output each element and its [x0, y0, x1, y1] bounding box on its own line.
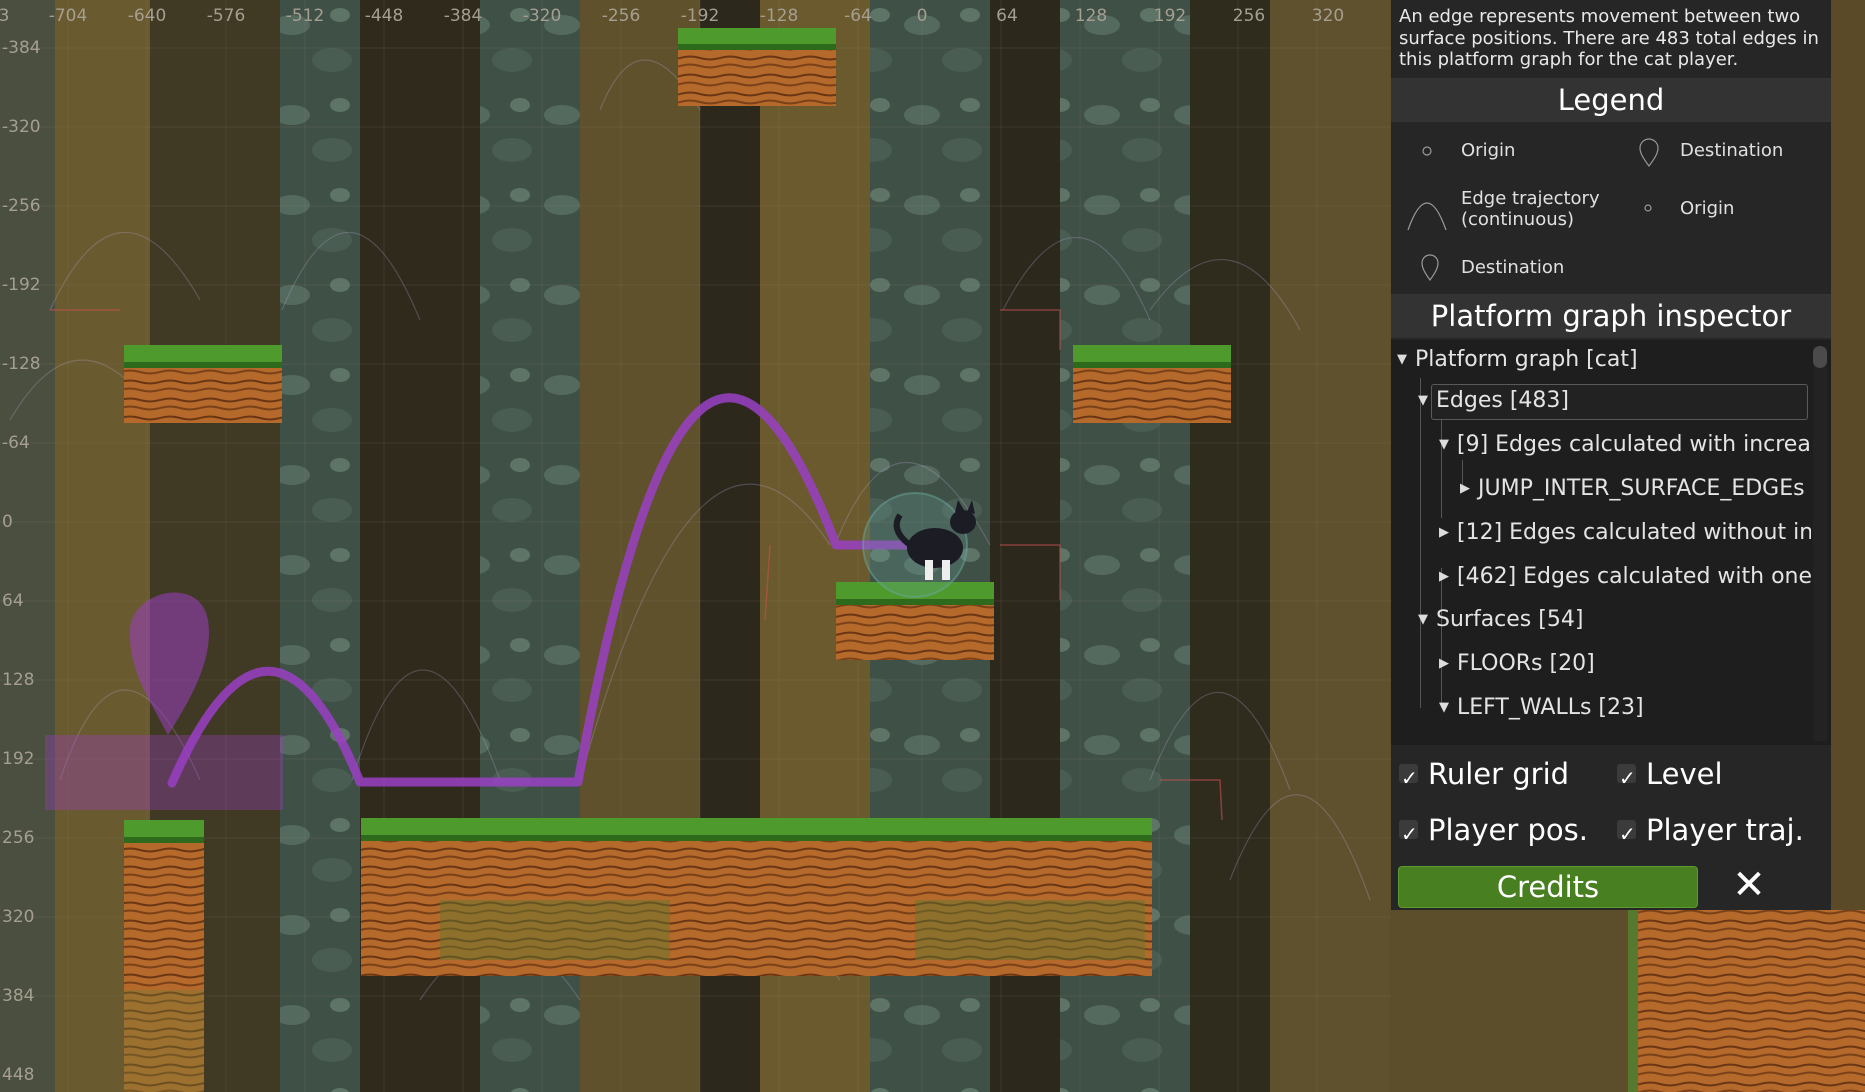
ruler-y-label: 128 [2, 670, 35, 690]
ruler-x-label: -512 [285, 6, 325, 26]
destination-icon-2 [1421, 254, 1439, 282]
expand-right-icon[interactable]: ▶ [1460, 469, 1478, 509]
tree-item-label: JUMP_INTER_SURFACE_EDGEs [9] [1478, 476, 1811, 501]
ruler-y-label: -64 [2, 433, 30, 453]
legend-item-origin-2: Origin [1680, 198, 1735, 219]
tree-item-label: [12] Edges calculated without incre [1457, 520, 1811, 545]
expand-right-icon[interactable]: ▶ [1439, 557, 1457, 597]
ruler-y-label: 320 [2, 907, 35, 927]
close-icon[interactable]: ✕ [1731, 862, 1767, 908]
ruler-x-label: -256 [601, 6, 641, 26]
expand-right-icon[interactable]: ▶ [1439, 513, 1457, 553]
ruler-y-label: 64 [2, 591, 24, 611]
ruler-x-label: -448 [364, 6, 404, 26]
player-traj-toggle[interactable]: Player traj. [1617, 810, 1804, 854]
tree-item-edges-increasing[interactable]: ▼[9] Edges calculated with increasing [1439, 425, 1811, 465]
ruler-y-label: -128 [2, 354, 41, 374]
ruler-y-label: 0 [2, 512, 13, 532]
tree-item-label: Surfaces [54] [1436, 607, 1584, 632]
toggle-label: Player traj. [1646, 813, 1804, 847]
toggle-label: Level [1646, 757, 1723, 791]
origin-icon [1422, 146, 1432, 156]
tree-item-edges-one-step[interactable]: ▶[462] Edges calculated with one ste [1439, 557, 1811, 597]
ruler-x-label: 64 [996, 6, 1018, 26]
ruler-y-label: 192 [2, 749, 35, 769]
ruler-x-label: 192 [1153, 6, 1187, 26]
ruler-y-label: -256 [2, 196, 41, 216]
tree-item-left-walls[interactable]: ▼ LEFT_WALLs [23] [1439, 688, 1644, 728]
toggle-label: Ruler grid [1428, 757, 1570, 791]
checkbox-checked-icon[interactable] [1399, 758, 1418, 798]
platform-pillar [124, 820, 204, 1092]
platform-left-high [124, 345, 282, 423]
ruler-x-label: 0 [916, 6, 928, 26]
platform-top [678, 28, 836, 106]
ruler-x-label: 320 [1311, 6, 1345, 26]
expand-down-icon[interactable]: ▼ [1418, 381, 1436, 421]
legend-item-edge-trajectory: Edge trajectory (continuous) [1461, 188, 1600, 230]
tree-item-label: Platform graph [cat] [1415, 347, 1638, 372]
edge-trajectory-icon [1407, 202, 1447, 231]
expand-down-icon[interactable]: ▼ [1397, 340, 1415, 380]
checkbox-checked-icon[interactable] [1399, 814, 1418, 854]
ruler-x-label: -576 [206, 6, 246, 26]
inspector-panel: An edge represents movement between two … [1391, 0, 1831, 910]
platform-right-high [1073, 345, 1231, 423]
player-pos-toggle[interactable]: Player pos. [1399, 810, 1588, 854]
tree-item-label: Edges [483] [1436, 388, 1569, 413]
tree-item-floors[interactable]: ▶ FLOORs [20] [1439, 644, 1595, 684]
tree-scrollbar[interactable] [1813, 346, 1827, 741]
ruler-x-label: 128 [1074, 6, 1108, 26]
ruler-grid-toggle[interactable]: Ruler grid [1399, 754, 1570, 798]
destination-icon [1639, 138, 1659, 168]
ruler-y-label: 256 [2, 828, 35, 848]
ruler-x-label: -192 [680, 6, 720, 26]
origin-small-icon [1644, 204, 1652, 212]
ruler-x-label: 256 [1232, 6, 1266, 26]
tree-item-label: LEFT_WALLs [23] [1457, 695, 1644, 720]
tree-scroll-thumb[interactable] [1813, 346, 1827, 368]
legend-item-destination-2: Destination [1461, 257, 1565, 278]
edge-description: An edge represents movement between two … [1399, 6, 1819, 70]
expand-right-icon[interactable]: ▶ [1439, 644, 1457, 684]
tree-item-edges[interactable]: ▼ Edges [483] [1418, 381, 1569, 421]
tree-guide-line [1420, 378, 1421, 708]
toggle-label: Player pos. [1428, 813, 1588, 847]
ruler-x-label: -640 [127, 6, 167, 26]
tree-item-jump-inter-surface[interactable]: ▶ JUMP_INTER_SURFACE_EDGEs [9] [1460, 469, 1811, 509]
tree-item-label: [9] Edges calculated with increasing [1457, 432, 1811, 457]
inspector-title: Platform graph inspector [1391, 294, 1831, 338]
legend-item-destination: Destination [1680, 140, 1784, 161]
ruler-x-label: -128 [759, 6, 799, 26]
ruler-x-label: -64 [844, 6, 872, 26]
ruler-y-label: -384 [2, 38, 41, 58]
ruler-x-label: -384 [443, 6, 483, 26]
tree-item-edges-without-increasing[interactable]: ▶ [12] Edges calculated without incre [1439, 513, 1811, 553]
ruler-y-label: -320 [2, 117, 41, 137]
legend-title: Legend [1391, 78, 1831, 122]
platform-graph-tree[interactable]: ▼ Platform graph [cat] ▼ Edges [483] ▼ [9] … [1391, 340, 1831, 745]
checkbox-checked-icon[interactable] [1617, 814, 1636, 854]
expand-down-icon[interactable]: ▼ [1439, 688, 1457, 728]
tree-item-label: FLOORs [20] [1457, 651, 1595, 676]
ruler-x-label: -704 [48, 6, 88, 26]
ruler-y-label: 384 [2, 986, 35, 1006]
legend-item-origin: Origin [1461, 140, 1516, 161]
platform-ground [361, 818, 1152, 976]
expand-down-icon[interactable]: ▼ [1439, 425, 1457, 465]
tree-item-platform-graph[interactable]: ▼ Platform graph [cat] [1397, 340, 1638, 380]
ruler-y-label: 448 [2, 1065, 35, 1085]
tree-item-label: [462] Edges calculated with one ste [1457, 564, 1811, 589]
ruler-x-label: -320 [522, 6, 562, 26]
expand-down-icon[interactable]: ▼ [1418, 600, 1436, 640]
checkbox-checked-icon[interactable] [1617, 758, 1636, 798]
ruler-corner-label: 3 [0, 6, 10, 26]
tree-item-surfaces[interactable]: ▼ Surfaces [54] [1418, 600, 1583, 640]
credits-button[interactable]: Credits [1398, 866, 1698, 908]
level-toggle[interactable]: Level [1617, 754, 1723, 798]
ruler-y-label: -192 [2, 275, 41, 295]
